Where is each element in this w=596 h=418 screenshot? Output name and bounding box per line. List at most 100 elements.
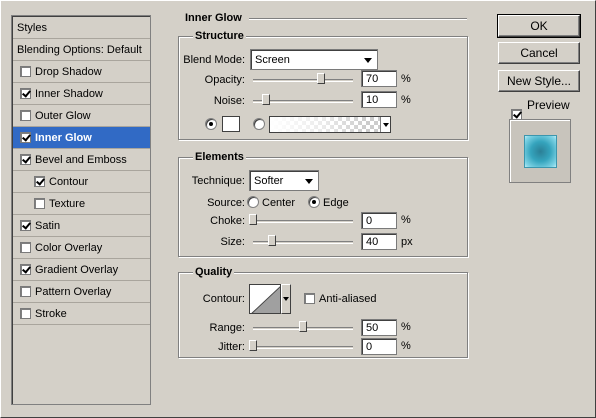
style-item-drop-shadow[interactable]: Drop Shadow <box>13 61 150 83</box>
jitter-slider-track[interactable] <box>251 346 353 349</box>
contour-label: Contour: <box>202 293 245 305</box>
outer-glow-checkbox[interactable] <box>20 110 31 121</box>
new-style-label: New Style... <box>506 74 572 88</box>
choke-field[interactable]: 0 <box>361 212 397 229</box>
ok-label: OK <box>530 19 548 33</box>
style-item-pattern-overlay[interactable]: Pattern Overlay <box>13 281 150 303</box>
noise-label: Noise: <box>213 95 245 107</box>
inner-glow-checkbox[interactable] <box>20 132 31 143</box>
size-field[interactable]: 40 <box>361 233 397 250</box>
choke-unit: % <box>401 214 411 226</box>
opacity-value: 70 <box>366 73 379 85</box>
chevron-down-icon[interactable] <box>380 117 390 132</box>
style-item-inner-glow[interactable]: Inner Glow <box>13 127 150 149</box>
choke-slider-track[interactable] <box>251 220 353 223</box>
size-label: Size: <box>220 236 245 248</box>
style-item-label: Pattern Overlay <box>35 285 112 298</box>
blend-mode-value: Screen <box>255 54 290 66</box>
size-value: 40 <box>366 236 379 248</box>
blending-options-label: Blending Options: Default <box>17 43 142 56</box>
source-label: Source: <box>207 197 245 209</box>
style-item-label: Outer Glow <box>35 109 91 122</box>
anti-aliased-label[interactable]: Anti-aliased <box>319 293 376 305</box>
range-field[interactable]: 50 <box>361 319 397 336</box>
style-item-stroke[interactable]: Stroke <box>13 303 150 325</box>
style-item-label: Satin <box>35 219 61 232</box>
opacity-slider-track[interactable] <box>253 79 353 82</box>
style-preview <box>509 119 571 183</box>
opacity-slider-thumb[interactable] <box>317 73 326 84</box>
style-item-label: Contour <box>49 175 89 188</box>
new-style-button[interactable]: New Style... <box>498 70 580 92</box>
style-item-inner-shadow[interactable]: Inner Shadow <box>13 83 150 105</box>
texture-checkbox[interactable] <box>34 198 45 209</box>
source-center-label[interactable]: Center <box>262 197 295 209</box>
contour-curve-icon <box>251 286 280 313</box>
technique-label: Technique: <box>191 175 245 187</box>
layer-style-dialog: Styles Blending Options: Default Drop Sh… <box>0 0 596 418</box>
opacity-unit: % <box>401 73 411 85</box>
choke-label: Choke: <box>210 215 245 227</box>
style-list: Styles Blending Options: Default Drop Sh… <box>11 15 151 405</box>
inner-shadow-checkbox[interactable] <box>20 88 31 99</box>
jitter-field[interactable]: 0 <box>361 338 397 355</box>
styles-header[interactable]: Styles <box>13 17 150 39</box>
style-item-satin[interactable]: Satin <box>13 215 150 237</box>
technique-select[interactable]: Softer <box>249 170 319 191</box>
source-edge-radio[interactable] <box>308 196 320 208</box>
elements-title: Elements <box>193 151 246 163</box>
pattern-overlay-checkbox[interactable] <box>20 286 31 297</box>
cancel-button[interactable]: Cancel <box>498 42 580 64</box>
cancel-label: Cancel <box>520 46 558 60</box>
range-value: 50 <box>366 322 379 334</box>
quality-title: Quality <box>193 266 235 278</box>
size-slider-thumb[interactable] <box>267 235 276 246</box>
size-unit: px <box>401 236 413 248</box>
range-unit: % <box>401 321 411 333</box>
gradient-picker[interactable] <box>269 116 391 133</box>
color-overlay-checkbox[interactable] <box>20 242 31 253</box>
style-item-outer-glow[interactable]: Outer Glow <box>13 105 150 127</box>
chevron-down-icon <box>305 179 313 184</box>
contour-picker[interactable] <box>249 284 281 314</box>
style-item-gradient-overlay[interactable]: Gradient Overlay <box>13 259 150 281</box>
contour-dropdown[interactable] <box>281 284 291 314</box>
style-item-bevel-and-emboss[interactable]: Bevel and Emboss <box>13 149 150 171</box>
range-slider-thumb[interactable] <box>299 321 307 332</box>
opacity-field[interactable]: 70 <box>361 70 397 87</box>
blend-mode-select[interactable]: Screen <box>250 49 378 70</box>
styles-header-label: Styles <box>17 21 47 34</box>
gradient-radio[interactable] <box>253 118 265 130</box>
satin-checkbox[interactable] <box>20 220 31 231</box>
solid-color-radio[interactable] <box>205 118 217 130</box>
style-item-label: Bevel and Emboss <box>35 153 127 166</box>
noise-value: 10 <box>366 94 379 106</box>
chevron-down-icon <box>364 58 372 63</box>
jitter-slider-thumb[interactable] <box>249 340 257 351</box>
bevel-and-emboss-checkbox[interactable] <box>20 154 31 165</box>
glow-color-swatch[interactable] <box>222 116 240 132</box>
anti-aliased-checkbox[interactable] <box>304 293 315 304</box>
style-item-texture[interactable]: Texture <box>13 193 150 215</box>
noise-slider-thumb[interactable] <box>262 94 271 105</box>
ok-button[interactable]: OK <box>497 14 581 38</box>
opacity-label: Opacity: <box>204 74 245 86</box>
preview-label[interactable]: Preview <box>527 98 570 112</box>
blending-options-item[interactable]: Blending Options: Default <box>13 39 150 61</box>
style-item-label: Stroke <box>35 307 67 320</box>
noise-unit: % <box>401 94 411 106</box>
source-center-radio[interactable] <box>247 196 259 208</box>
gradient-overlay-checkbox[interactable] <box>20 264 31 275</box>
structure-title: Structure <box>193 30 246 42</box>
drop-shadow-checkbox[interactable] <box>20 66 31 77</box>
noise-field[interactable]: 10 <box>361 91 397 108</box>
style-item-label: Inner Shadow <box>35 87 103 100</box>
style-item-contour[interactable]: Contour <box>13 171 150 193</box>
stroke-checkbox[interactable] <box>20 308 31 319</box>
style-item-label: Color Overlay <box>35 241 103 254</box>
contour-checkbox[interactable] <box>34 176 45 187</box>
source-edge-label[interactable]: Edge <box>323 197 349 209</box>
style-item-color-overlay[interactable]: Color Overlay <box>13 237 150 259</box>
blend-mode-label: Blend Mode: <box>183 54 245 66</box>
choke-slider-thumb[interactable] <box>249 214 257 225</box>
